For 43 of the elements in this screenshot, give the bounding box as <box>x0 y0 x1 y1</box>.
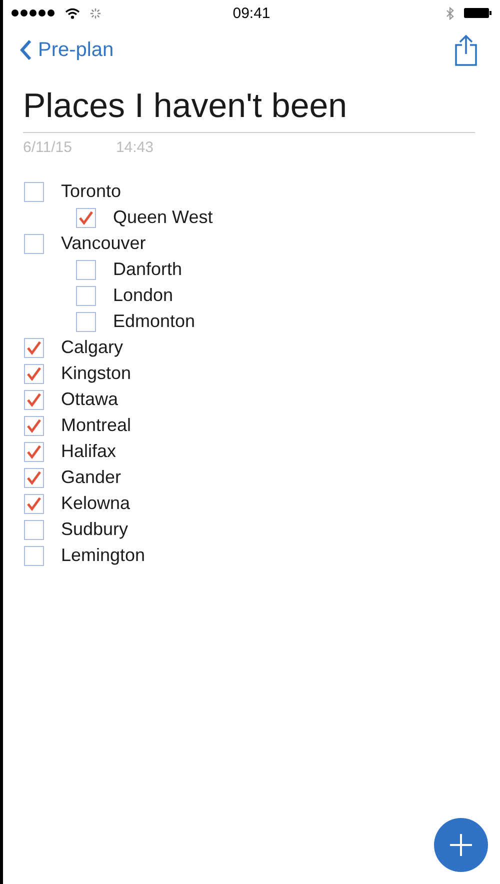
spinner-icon <box>90 8 101 18</box>
checkbox[interactable] <box>24 546 44 566</box>
checkbox[interactable] <box>76 260 96 280</box>
checkbox[interactable] <box>76 208 96 228</box>
item-label: Calgary <box>61 336 124 359</box>
checkbox[interactable] <box>76 312 96 332</box>
item-label: Kelowna <box>61 492 130 515</box>
item-label: Sudbury <box>61 518 128 541</box>
checkbox[interactable] <box>24 442 44 462</box>
item-label: Montreal <box>61 414 132 437</box>
share-icon[interactable] <box>454 34 478 66</box>
checkbox[interactable] <box>24 338 44 358</box>
item-label: Queen West <box>113 206 213 229</box>
item-label: London <box>113 284 174 307</box>
item-label: Ottawa <box>61 388 118 411</box>
note-title[interactable]: Places I haven't been <box>23 86 475 133</box>
checkbox[interactable] <box>24 494 44 514</box>
item-label: Halifax <box>61 440 116 463</box>
wifi-icon <box>65 8 80 18</box>
battery-icon <box>464 8 492 18</box>
plus-icon <box>450 834 472 856</box>
item-label: Lemington <box>61 544 146 567</box>
item-label: Gander <box>61 466 122 489</box>
bluetooth-icon <box>446 6 454 20</box>
back-button[interactable]: Pre-plan <box>19 35 114 65</box>
item-label: Kingston <box>61 362 132 385</box>
status-time: 09:41 <box>232 4 270 24</box>
chevron-left-icon <box>19 39 32 61</box>
item-label: Vancouver <box>61 232 146 255</box>
checkbox[interactable] <box>76 286 96 306</box>
add-button[interactable] <box>434 818 488 872</box>
item-label: Danforth <box>113 258 182 281</box>
checkbox[interactable] <box>24 468 44 488</box>
note-time: 14:43 <box>116 138 154 158</box>
checkbox[interactable] <box>24 182 44 202</box>
checkbox[interactable] <box>24 390 44 410</box>
checkbox[interactable] <box>24 520 44 540</box>
item-label: Edmonton <box>113 310 196 333</box>
note-date: 6/11/15 <box>23 138 72 158</box>
item-label: Toronto <box>61 180 122 203</box>
checkbox[interactable] <box>24 416 44 436</box>
checkbox[interactable] <box>24 234 44 254</box>
checkbox[interactable] <box>24 364 44 384</box>
